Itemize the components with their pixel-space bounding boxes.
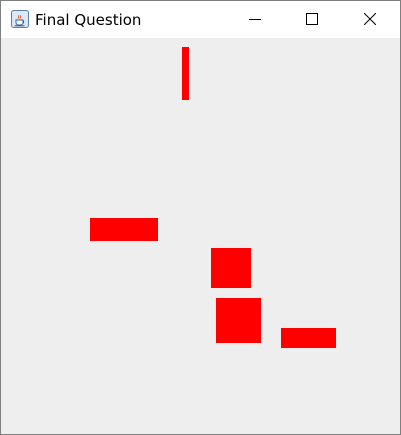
window-title: Final Question: [35, 11, 142, 29]
app-window: Final Question: [0, 0, 401, 435]
red-rectangle-2: [90, 218, 158, 241]
minimize-button[interactable]: [226, 1, 284, 38]
red-rectangle-5: [281, 328, 336, 348]
java-cup-icon[interactable]: [11, 10, 29, 28]
red-rectangle-1: [182, 47, 189, 100]
maximize-icon: [306, 10, 318, 29]
red-rectangle-4: [216, 298, 261, 343]
close-button[interactable]: [341, 1, 399, 38]
minimize-icon: [249, 10, 261, 29]
title-bar[interactable]: Final Question: [1, 1, 400, 38]
red-rectangle-3: [211, 248, 251, 288]
maximize-button[interactable]: [283, 1, 341, 38]
drawing-canvas: [1, 38, 400, 434]
close-icon: [363, 10, 377, 29]
